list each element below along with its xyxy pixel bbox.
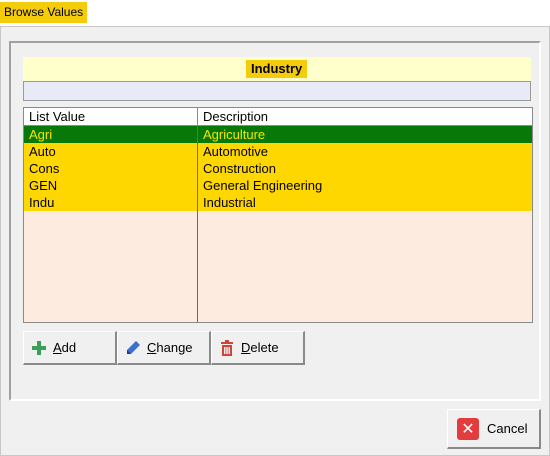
column-divider (197, 126, 198, 322)
cancel-button[interactable]: ✕ Cancel (447, 409, 541, 449)
plus-icon (30, 339, 48, 357)
list-row[interactable]: Cons Construction (24, 160, 532, 177)
section-header: Industry (23, 57, 531, 81)
list-row[interactable]: Indu Industrial (24, 194, 532, 211)
list-header: List Value Description (24, 108, 532, 126)
column-header-description[interactable]: Description (198, 108, 532, 125)
list-row[interactable]: Agri Agriculture (24, 126, 532, 143)
description-cell: Construction (203, 161, 276, 176)
dialog-window: Industry List Value Description Agri Agr… (0, 26, 550, 456)
list-value-cell: Auto (29, 144, 56, 159)
close-icon: ✕ (457, 417, 479, 440)
list-value-cell: Indu (29, 195, 55, 210)
delete-button-label: Delete (241, 340, 279, 355)
pencil-icon (124, 339, 142, 357)
description-cell: Automotive (203, 144, 269, 159)
list-value-cell: GEN (29, 178, 58, 193)
window-title: Browse Values (0, 2, 88, 23)
list-row[interactable]: GEN General Engineering (24, 177, 532, 194)
section-title: Industry (246, 60, 308, 78)
list-value-cell: Cons (29, 161, 60, 176)
change-button-label: Change (147, 340, 193, 355)
column-header-list-value[interactable]: List Value (24, 108, 198, 125)
trash-icon (218, 339, 236, 357)
values-group: Industry List Value Description Agri Agr… (9, 41, 541, 401)
title-bar: Browse Values (0, 0, 550, 26)
add-button-label: Add (53, 340, 77, 355)
list-row[interactable]: Auto Automotive (24, 143, 532, 160)
change-button[interactable]: Change (117, 331, 211, 365)
cancel-button-label: Cancel (487, 421, 528, 436)
values-list[interactable]: List Value Description Agri Agriculture … (23, 107, 533, 323)
list-value-cell: Agri (29, 127, 53, 142)
delete-button[interactable]: Delete (211, 331, 305, 365)
filter-bar[interactable] (23, 81, 531, 101)
description-cell: Industrial (203, 195, 256, 210)
add-button[interactable]: Add (23, 331, 117, 365)
description-cell: Agriculture (203, 127, 266, 142)
description-cell: General Engineering (203, 178, 323, 193)
